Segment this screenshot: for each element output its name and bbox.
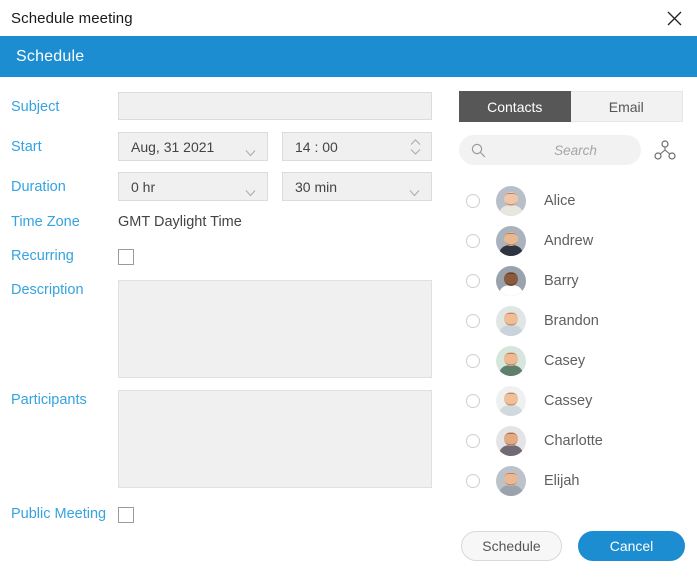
spinner-up-down-icon[interactable] <box>410 138 421 155</box>
avatar <box>496 386 526 416</box>
label-subject: Subject <box>11 99 60 115</box>
label-start: Start <box>11 139 42 155</box>
tab-contacts-label: Contacts <box>487 98 543 115</box>
close-button[interactable] <box>651 0 697 36</box>
start-date-dropdown[interactable]: Aug, 31 2021 <box>118 132 268 161</box>
avatar <box>496 266 526 296</box>
time-zone-value: GMT Daylight Time <box>118 214 242 230</box>
network-share-icon[interactable] <box>654 139 676 161</box>
label-duration: Duration <box>11 179 66 195</box>
tab-email-label: Email <box>608 98 644 115</box>
search-box[interactable] <box>459 135 665 165</box>
contact-radio[interactable] <box>466 314 480 328</box>
recurring-checkbox[interactable] <box>118 249 134 265</box>
contact-radio[interactable] <box>466 274 480 288</box>
chevron-down-icon <box>245 183 256 196</box>
contact-name: Charlotte <box>544 433 603 449</box>
contact-name: Cassey <box>544 393 593 409</box>
contact-name: Brandon <box>544 313 599 329</box>
contact-row[interactable]: Brandon <box>450 301 697 341</box>
duration-hours-value: 0 hr <box>131 178 156 195</box>
avatar <box>496 346 526 376</box>
chevron-down-icon <box>409 183 420 196</box>
close-icon <box>667 11 682 26</box>
label-description: Description <box>11 282 84 298</box>
window-titlebar: Schedule meeting <box>0 0 697 36</box>
contact-radio[interactable] <box>466 474 480 488</box>
public-meeting-checkbox[interactable] <box>118 507 134 523</box>
people-tabs: Contacts Email <box>459 91 683 122</box>
description-textarea[interactable] <box>118 280 432 378</box>
duration-minutes-value: 30 min <box>295 178 338 195</box>
label-time-zone: Time Zone <box>11 214 80 230</box>
contact-radio[interactable] <box>466 394 480 408</box>
contact-list: Alice Andrew Barry Brandon Casey Cassey Charlo… <box>450 181 697 501</box>
contact-row[interactable]: Alice <box>450 181 697 221</box>
contact-radio[interactable] <box>466 354 480 368</box>
contact-row[interactable]: Andrew <box>450 221 697 261</box>
dialog-header-title: Schedule <box>16 47 85 65</box>
start-date-value: Aug, 31 2021 <box>131 138 215 155</box>
avatar <box>496 466 526 496</box>
subject-input[interactable] <box>118 92 432 120</box>
cancel-button[interactable]: Cancel <box>578 531 685 561</box>
start-time-stepper[interactable]: 14 : 00 <box>282 132 432 161</box>
tab-email[interactable]: Email <box>570 91 683 122</box>
avatar <box>496 226 526 256</box>
contact-radio[interactable] <box>466 234 480 248</box>
contact-row[interactable]: Charlotte <box>450 421 697 461</box>
contact-row[interactable]: Elijah <box>450 461 697 501</box>
label-public-meeting: Public Meeting <box>11 506 107 522</box>
search-input[interactable] <box>486 142 665 158</box>
people-panel: Contacts Email Alice Andrew Barry Brandon Ca… <box>450 77 697 583</box>
contact-name: Barry <box>544 273 579 289</box>
contact-row[interactable]: Barry <box>450 261 697 301</box>
schedule-button[interactable]: Schedule <box>461 531 562 561</box>
contact-name: Andrew <box>544 233 594 249</box>
duration-minutes-dropdown[interactable]: 30 min <box>282 172 432 201</box>
dialog-header: Schedule <box>0 36 697 77</box>
duration-hours-dropdown[interactable]: 0 hr <box>118 172 268 201</box>
search-icon <box>471 143 486 158</box>
cancel-button-label: Cancel <box>609 538 654 554</box>
contact-radio[interactable] <box>466 194 480 208</box>
start-time-value: 14 : 00 <box>295 138 338 155</box>
chevron-down-icon <box>245 143 256 156</box>
contact-name: Casey <box>544 353 586 369</box>
contact-name: Alice <box>544 193 576 209</box>
avatar <box>496 186 526 216</box>
participants-textarea[interactable] <box>118 390 432 488</box>
contact-row[interactable]: Casey <box>450 341 697 381</box>
window-title: Schedule meeting <box>11 9 133 27</box>
label-recurring: Recurring <box>11 248 74 264</box>
contact-name: Elijah <box>544 473 580 489</box>
contact-row[interactable]: Cassey <box>450 381 697 421</box>
schedule-form: Subject Start Duration Time Zone Recurri… <box>0 77 450 583</box>
label-participants: Participants <box>11 392 87 408</box>
avatar <box>496 426 526 456</box>
contact-radio[interactable] <box>466 434 480 448</box>
tab-contacts[interactable]: Contacts <box>459 91 571 122</box>
avatar <box>496 306 526 336</box>
schedule-button-label: Schedule <box>482 538 541 554</box>
